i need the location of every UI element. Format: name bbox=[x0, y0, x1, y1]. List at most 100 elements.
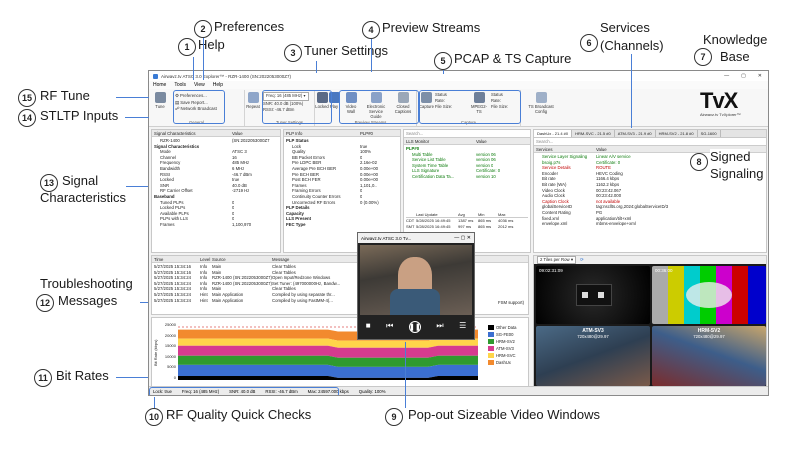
callout-preview-streams: Preview Streams bbox=[382, 20, 481, 35]
next-icon[interactable]: ⏭ bbox=[436, 321, 443, 333]
log-cell: Main Application bbox=[212, 297, 244, 303]
callout-stltp: STLTP Inputs bbox=[40, 108, 119, 123]
connector-4 bbox=[371, 39, 372, 72]
connector-10 bbox=[154, 397, 155, 408]
connector-14 bbox=[125, 117, 149, 118]
window-title: Airwavz.tv ATSC 3.0 Explorer™ - RZR-1400… bbox=[161, 73, 291, 79]
plp-value: 0 (0.00%) bbox=[360, 199, 379, 205]
legend-item: ATM-SV3 bbox=[488, 345, 516, 352]
lls-table-row[interactable]: SMT 5/28/2025 16:49:45 997 ms 865 ms 2012 ms bbox=[406, 224, 528, 230]
legend-label: HRM-SVC bbox=[496, 353, 516, 358]
lls-table-cell: 2012 ms bbox=[498, 224, 514, 229]
highlight-preview bbox=[339, 90, 419, 124]
menu-tools[interactable]: Tools bbox=[174, 82, 186, 88]
callout-number-14: 14 bbox=[18, 109, 36, 127]
services-pane: DashUx - 21.4 #0 HRM-SVC - 21.5 #0 ATM-SV3… bbox=[533, 129, 767, 253]
popout-video-window[interactable]: Airwavz.tv ATSC 3.0 Tv... — ▢ ✕ ■ ⏮ ❚❚ ⏭… bbox=[357, 232, 475, 340]
tab-service[interactable]: DashUx - 21.4 #0 bbox=[534, 130, 573, 137]
callout-characteristics: Characteristics bbox=[40, 190, 126, 205]
highlight-preferences bbox=[173, 90, 225, 124]
menu-view[interactable]: View bbox=[194, 82, 205, 88]
callout-base: Base bbox=[720, 49, 750, 64]
video-tile-3[interactable]: ATM-SV3 720x480@29.97 bbox=[536, 326, 650, 386]
callout-number-7: 7 bbox=[694, 48, 712, 66]
close-icon[interactable]: ✕ bbox=[758, 73, 762, 79]
legend-item: DashUx bbox=[488, 359, 516, 366]
menu-home[interactable]: Home bbox=[153, 82, 166, 88]
lls-table-header-cell: Last Update bbox=[416, 212, 438, 217]
status-quality: Quality: 100% bbox=[358, 388, 386, 394]
lls-search[interactable]: Search... bbox=[404, 130, 530, 138]
pause-icon[interactable]: ❚❚ bbox=[408, 321, 421, 333]
plp-row[interactable]: FEC Type bbox=[286, 222, 398, 228]
app-icon bbox=[153, 73, 158, 79]
signal-key: Frames bbox=[160, 221, 175, 227]
signal-row[interactable]: Frames 1,100,970 bbox=[154, 222, 278, 228]
video-tile-2[interactable]: 00:36:00 bbox=[652, 266, 766, 324]
tvx-logo[interactable]: TvX Airwavz.tv TvXplorer™ bbox=[700, 90, 758, 118]
tab-service[interactable]: ATM-SV3 - 21.9 #0 bbox=[615, 130, 656, 137]
lls-table-header-cell bbox=[406, 212, 416, 217]
callout-tuner-settings: Tuner Settings bbox=[304, 43, 389, 58]
legend-label: HRM-SV2 bbox=[496, 339, 515, 344]
legend-swatch bbox=[488, 339, 494, 344]
stop-icon[interactable]: ■ bbox=[366, 321, 371, 333]
connector-9 bbox=[405, 342, 406, 408]
signal-value: -2719 Hz bbox=[232, 188, 250, 194]
callout-signed: Signed bbox=[710, 149, 751, 164]
legend-item: Other Data bbox=[488, 324, 516, 331]
tab-service[interactable]: SG-1600 bbox=[698, 130, 721, 137]
legend-label: ATM-SV3 bbox=[496, 346, 514, 351]
minimize-icon[interactable]: — bbox=[724, 73, 729, 79]
tab-service[interactable]: HRM-SV2 - 21.8 #0 bbox=[656, 130, 698, 137]
signal-pane: Signal Characteristics Value RZR-1400 (SN:… bbox=[151, 129, 281, 253]
connector-1 bbox=[193, 57, 194, 80]
popout-video bbox=[360, 245, 472, 315]
connector-12 bbox=[140, 302, 148, 303]
service-tabs: DashUx - 21.4 #0 HRM-SVC - 21.5 #0 ATM-SV3… bbox=[534, 130, 766, 138]
video-tile-4[interactable]: HRM-SV2 720x480@29.97 bbox=[652, 326, 766, 386]
lls-row[interactable]: Certification Data Ta... version 10 bbox=[406, 174, 528, 180]
callout-number-9: 9 bbox=[385, 408, 403, 426]
legend-swatch bbox=[488, 346, 494, 351]
video-wall: 2 Tiles per Row ▾ ⟳ 09:02:31:09 00:36:00… bbox=[533, 255, 767, 387]
menu-icon[interactable]: ☰ bbox=[459, 321, 466, 333]
menu-help[interactable]: Help bbox=[213, 82, 223, 88]
tiles-per-row-select[interactable]: 2 Tiles per Row ▾ bbox=[537, 256, 576, 264]
repeat-button[interactable]: Repeat bbox=[246, 92, 260, 109]
maximize-icon[interactable]: ▢ bbox=[741, 73, 746, 79]
callout-number-2: 2 bbox=[194, 20, 212, 38]
previous-icon[interactable]: ⏮ bbox=[386, 321, 393, 333]
lls-table-cell: 997 ms bbox=[458, 224, 472, 229]
connector-6 bbox=[631, 54, 632, 128]
service-row[interactable]: envelope.xml mbms-envelope+xml bbox=[536, 221, 764, 227]
ts-broadcast-config-button[interactable]: TS Broadcast Config bbox=[527, 92, 555, 114]
tab-service[interactable]: HRM-SVC - 21.5 #0 bbox=[572, 130, 615, 137]
connector-13 bbox=[126, 186, 148, 187]
plp-key: FEC Type bbox=[286, 221, 306, 227]
connector-15 bbox=[116, 97, 149, 98]
broadcast-icon bbox=[535, 92, 547, 103]
bitrate-tick-label: 20000 bbox=[164, 332, 176, 338]
signal-value: 1,100,970 bbox=[232, 221, 252, 227]
bitrate-ylabel: Bit Rate (kbps) bbox=[153, 339, 158, 367]
service-value: tag:nscllts.org,2024:globalServiceID/3 bbox=[596, 204, 669, 210]
lls-table-cell: 865 ms bbox=[478, 224, 492, 229]
callout-number-11: 11 bbox=[34, 369, 52, 387]
services-search[interactable]: Search... bbox=[534, 138, 766, 146]
legend-label: SG-FE00 bbox=[496, 332, 514, 337]
lls-table-header-cell: Avg bbox=[458, 212, 465, 217]
popout-close-icon[interactable]: — ▢ ✕ bbox=[454, 235, 474, 241]
callout-rf-tune: RF Tune bbox=[40, 88, 90, 103]
highlight-status bbox=[149, 387, 339, 395]
callout-popout: Pop-out Sizeable Video Windows bbox=[408, 407, 600, 422]
callout-messages: Messages bbox=[58, 293, 118, 308]
video-tile-1[interactable]: 09:02:31:09 bbox=[536, 266, 650, 324]
signal-value: (SN:2022053000Z7 bbox=[232, 138, 270, 143]
player-controls: ■ ⏮ ❚❚ ⏭ ☰ bbox=[358, 321, 474, 333]
refresh-icon[interactable]: ⟳ bbox=[580, 257, 584, 263]
lls-table-header-cell: Min bbox=[478, 212, 485, 217]
ribbon: Tune ⚙ Preferences... ▤ Save Report... ☍… bbox=[149, 89, 768, 127]
callout-number-12: 12 bbox=[36, 294, 54, 312]
tune-button[interactable]: Tune bbox=[151, 92, 169, 109]
